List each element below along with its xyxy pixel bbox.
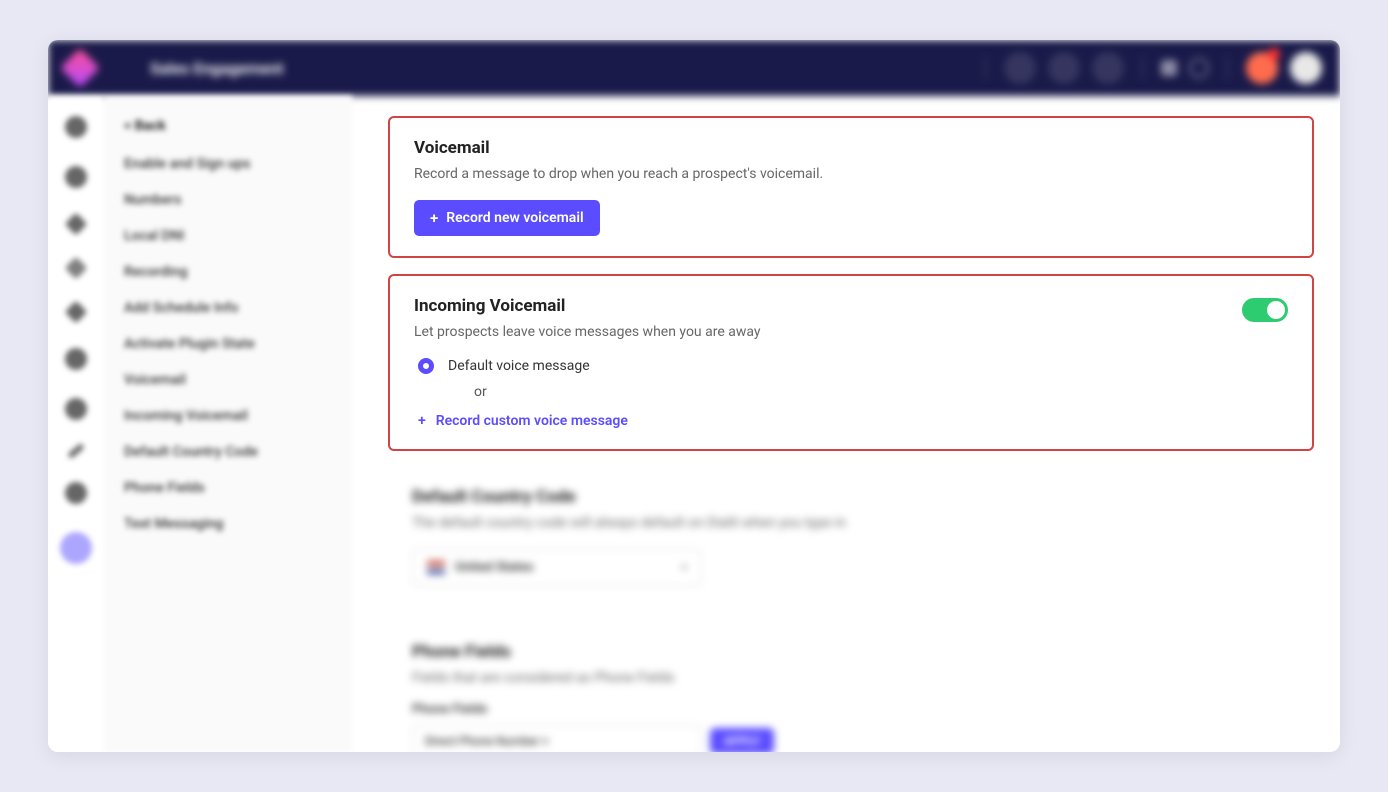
header-action-icon[interactable] bbox=[1048, 52, 1080, 84]
app-logo-icon bbox=[60, 48, 100, 88]
rail-reports-icon[interactable] bbox=[65, 257, 88, 280]
sidebar-item[interactable]: Incoming Voicemail bbox=[124, 408, 332, 424]
country-title: Default Country Code bbox=[412, 487, 1290, 507]
sidebar-item[interactable]: Numbers bbox=[124, 192, 332, 208]
incoming-toggle-wrap bbox=[1242, 298, 1288, 322]
header-divider bbox=[1227, 56, 1228, 80]
rail-world-icon[interactable] bbox=[65, 482, 87, 504]
incoming-voicemail-card: Incoming Voicemail Let prospects leave v… bbox=[388, 274, 1314, 451]
plus-icon: + bbox=[430, 211, 438, 226]
default-voice-option[interactable]: Default voice message bbox=[418, 358, 1288, 374]
sidebar-item[interactable]: Activate Plugin State bbox=[124, 336, 332, 352]
plus-icon: + bbox=[418, 413, 426, 429]
user-avatar[interactable] bbox=[1246, 52, 1278, 84]
record-voicemail-label: Record new voicemail bbox=[446, 210, 583, 226]
rail-apps-icon[interactable] bbox=[65, 348, 87, 370]
nav-rail bbox=[48, 96, 104, 752]
phone-fields-desc: Fields that are considered as Phone Fiel… bbox=[412, 670, 1290, 686]
incoming-voicemail-toggle[interactable] bbox=[1242, 298, 1288, 322]
rail-nav-icon[interactable] bbox=[65, 301, 88, 324]
country-code-card: Default Country Code The default country… bbox=[388, 467, 1314, 606]
sidebar-item[interactable]: Phone Fields bbox=[124, 480, 332, 496]
rail-deals-icon[interactable] bbox=[65, 213, 88, 236]
header-title: Sales Engagement bbox=[150, 59, 284, 78]
voicemail-desc: Record a message to drop when you reach … bbox=[414, 166, 1288, 182]
sidebar-item[interactable]: Local DNI bbox=[124, 228, 332, 244]
header-divider bbox=[1142, 56, 1143, 80]
header-divider bbox=[985, 56, 986, 80]
record-custom-voice-link[interactable]: + Record custom voice message bbox=[418, 413, 628, 429]
sidebar-item[interactable]: Default Country Code bbox=[124, 444, 332, 460]
search-icon[interactable] bbox=[1189, 58, 1209, 78]
country-select[interactable]: United States ▾ bbox=[412, 549, 702, 586]
us-flag-icon bbox=[427, 561, 445, 574]
record-custom-label: Record custom voice message bbox=[436, 413, 628, 429]
header-action-icon[interactable] bbox=[1092, 52, 1124, 84]
sidebar-item[interactable]: Enable and Sign ups bbox=[124, 156, 332, 172]
sidebar-item[interactable]: Voicemail bbox=[124, 372, 332, 388]
rail-home-icon[interactable] bbox=[65, 116, 87, 138]
apply-button[interactable]: APPLY bbox=[710, 728, 774, 752]
toggle-knob bbox=[1267, 301, 1285, 319]
sidebar-item[interactable]: Text Messaging bbox=[124, 516, 332, 532]
record-voicemail-button[interactable]: + Record new voicemail bbox=[414, 200, 600, 236]
header-actions bbox=[979, 52, 1322, 84]
incoming-desc: Let prospects leave voice messages when … bbox=[414, 324, 1288, 340]
header-action-icon[interactable] bbox=[1004, 52, 1036, 84]
incoming-title: Incoming Voicemail bbox=[414, 296, 1288, 316]
settings-sidebar: < Back Enable and Sign ups Numbers Local… bbox=[104, 96, 352, 752]
rail-tasks-icon[interactable] bbox=[65, 398, 87, 420]
phone-field-input[interactable]: Direct Phone Number × bbox=[412, 725, 702, 752]
default-voice-label: Default voice message bbox=[448, 358, 590, 374]
notification-badge bbox=[1268, 48, 1280, 60]
voicemail-title: Voicemail bbox=[414, 138, 1288, 158]
phone-fields-card: Phone Fields Fields that are considered … bbox=[388, 622, 1314, 752]
sidebar-item[interactable]: Add Schedule Info bbox=[124, 300, 332, 316]
voicemail-card: Voicemail Record a message to drop when … bbox=[388, 116, 1314, 258]
country-desc: The default country code will always def… bbox=[412, 515, 1290, 531]
main-content: Voicemail Record a message to drop when … bbox=[352, 96, 1340, 752]
phone-field-row: Direct Phone Number × APPLY bbox=[412, 725, 1290, 752]
phone-fields-label: Phone Fields bbox=[412, 702, 1290, 717]
phone-fields-title: Phone Fields bbox=[412, 642, 1290, 662]
app-window: Sales Engagement bbox=[48, 40, 1340, 752]
or-separator: or bbox=[474, 384, 1288, 400]
rail-settings-icon[interactable] bbox=[60, 532, 92, 564]
radio-selected-icon bbox=[418, 358, 434, 374]
back-link[interactable]: < Back bbox=[124, 118, 332, 134]
chevron-down-icon: ▾ bbox=[681, 561, 687, 574]
secondary-avatar[interactable] bbox=[1290, 52, 1322, 84]
country-selected: United States bbox=[455, 560, 671, 575]
sidebar-item[interactable]: Recording bbox=[124, 264, 332, 280]
rail-tool-icon[interactable] bbox=[67, 443, 85, 459]
app-body: < Back Enable and Sign ups Numbers Local… bbox=[48, 96, 1340, 752]
rail-contacts-icon[interactable] bbox=[65, 166, 87, 188]
app-header: Sales Engagement bbox=[48, 40, 1340, 96]
notification-icon[interactable] bbox=[1161, 60, 1177, 76]
